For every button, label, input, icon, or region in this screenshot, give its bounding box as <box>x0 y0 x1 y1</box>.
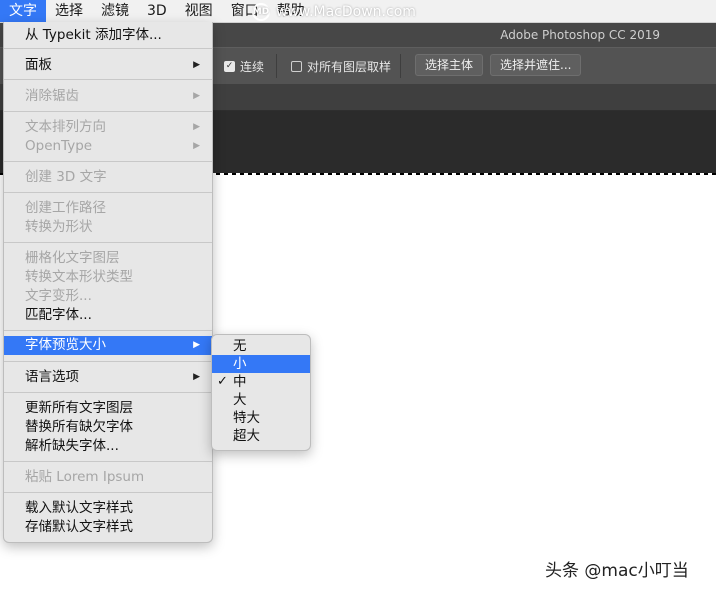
menu-item-paste-lorem-ipsum: 粘贴 Lorem Ipsum <box>4 468 212 487</box>
menu-separator <box>4 492 212 493</box>
menu-item-load-default-type-styles[interactable]: 载入默认文字样式 <box>4 499 212 518</box>
menu-select[interactable]: 选择 <box>46 0 92 22</box>
font-preview-size-submenu: 无 小 ✓ 中 大 特大 超大 <box>211 334 311 451</box>
menu-item-label: 粘贴 Lorem Ipsum <box>25 469 145 485</box>
submenu-item-label: 特大 <box>233 410 260 426</box>
menu-item-replace-all-missing-fonts[interactable]: 替换所有缺欠字体 <box>4 418 212 437</box>
menu-item-label: 面板 <box>25 57 52 73</box>
submenu-item-label: 中 <box>233 374 247 390</box>
menu-item-label: 从 Typekit 添加字体... <box>25 27 162 43</box>
sample-all-layers-label: 对所有图层取样 <box>307 60 392 74</box>
menu-view[interactable]: 视图 <box>176 0 222 22</box>
menu-item-label: OpenType <box>25 138 93 154</box>
menu-item-label: 字体预览大小 <box>25 337 106 353</box>
menu-separator <box>4 79 212 80</box>
contiguous-label: 连续 <box>240 60 265 74</box>
watermark-text: www.MacDown.com <box>276 4 416 20</box>
menu-separator <box>4 161 212 162</box>
menu-item-opentype: OpenType ▶ <box>4 137 212 156</box>
menu-separator <box>4 461 212 462</box>
checkmark-icon: ✓ <box>217 374 228 389</box>
menu-item-rasterize-type-layer: 栅格化文字图层 <box>4 249 212 268</box>
sample-all-layers-checkbox[interactable]: 对所有图层取样 <box>291 58 391 75</box>
submenu-arrow-icon: ▶ <box>193 91 200 101</box>
menu-item-label: 文本排列方向 <box>25 119 106 135</box>
submenu-item-large[interactable]: 大 <box>212 391 310 409</box>
menu-separator <box>4 111 212 112</box>
menu-separator <box>4 330 212 331</box>
menu-item-label: 存储默认文字样式 <box>25 519 133 535</box>
contiguous-check-icon: ✓ <box>224 61 235 72</box>
submenu-item-none[interactable]: 无 <box>212 337 310 355</box>
menu-separator <box>4 392 212 393</box>
menu-separator <box>4 361 212 362</box>
menu-item-label: 创建 3D 文字 <box>25 169 107 185</box>
contiguous-checkbox[interactable]: ✓ 连续 <box>224 58 264 75</box>
submenu-item-extra-large[interactable]: 特大 <box>212 409 310 427</box>
window-title: Adobe Photoshop CC 2019 <box>500 28 660 42</box>
author-watermark: 头条 @mac小叮当 <box>545 561 689 581</box>
menu-item-label: 栅格化文字图层 <box>25 250 120 266</box>
menu-item-create-work-path: 创建工作路径 <box>4 199 212 218</box>
menu-item-resolve-missing-fonts[interactable]: 解析缺失字体... <box>4 437 212 456</box>
site-watermark: MD www.MacDown.com <box>252 3 416 21</box>
menu-item-label: 解析缺失字体... <box>25 438 119 454</box>
submenu-item-label: 小 <box>233 356 247 372</box>
select-subject-button[interactable]: 选择主体 <box>415 54 484 76</box>
menu-item-panels[interactable]: 面板 ▶ <box>4 56 212 75</box>
options-divider <box>276 54 277 78</box>
menu-item-label: 替换所有缺欠字体 <box>25 419 133 435</box>
submenu-item-label: 超大 <box>233 428 260 444</box>
menu-item-anti-alias: 消除锯齿 ▶ <box>4 87 212 106</box>
menu-type[interactable]: 文字 <box>0 0 46 22</box>
menu-item-label: 更新所有文字图层 <box>25 400 133 416</box>
submenu-item-label: 无 <box>233 338 247 354</box>
menu-item-font-preview-size[interactable]: 字体预览大小 ▶ <box>4 336 212 355</box>
watermark-logo-icon: MD <box>252 3 270 21</box>
submenu-arrow-icon: ▶ <box>193 60 200 70</box>
submenu-arrow-icon: ▶ <box>193 372 200 382</box>
menu-separator <box>4 242 212 243</box>
submenu-arrow-icon: ▶ <box>193 340 200 350</box>
type-menu-dropdown: 从 Typekit 添加字体... 面板 ▶ 消除锯齿 ▶ 文本排列方向 ▶ O… <box>3 22 213 543</box>
menu-item-label: 语言选项 <box>25 369 79 385</box>
menu-separator <box>4 192 212 193</box>
menu-item-label: 消除锯齿 <box>25 88 79 104</box>
submenu-item-small[interactable]: 小 <box>212 355 310 373</box>
menu-item-label: 转换为形状 <box>25 219 93 235</box>
menu-item-convert-to-shape: 转换为形状 <box>4 218 212 237</box>
menu-item-label: 载入默认文字样式 <box>25 500 133 516</box>
submenu-arrow-icon: ▶ <box>193 122 200 132</box>
menu-item-label: 创建工作路径 <box>25 200 106 216</box>
menu-item-create-3d-text: 创建 3D 文字 <box>4 168 212 187</box>
menu-item-label: 转换文本形状类型 <box>25 269 133 285</box>
submenu-item-medium[interactable]: ✓ 中 <box>212 373 310 391</box>
menu-item-language-options[interactable]: 语言选项 ▶ <box>4 368 212 387</box>
options-divider <box>400 54 401 78</box>
sample-all-layers-check-icon <box>291 61 302 72</box>
menu-item-match-font[interactable]: 匹配字体... <box>4 306 212 325</box>
select-and-mask-button[interactable]: 选择并遮住... <box>490 54 582 76</box>
menu-item-convert-text-shape-type: 转换文本形状类型 <box>4 268 212 287</box>
menu-filter[interactable]: 滤镜 <box>92 0 138 22</box>
menu-item-warp-text: 文字变形... <box>4 287 212 306</box>
menu-item-add-typekit-fonts[interactable]: 从 Typekit 添加字体... <box>4 26 212 45</box>
submenu-arrow-icon: ▶ <box>193 141 200 151</box>
menu-3d[interactable]: 3D <box>138 0 176 22</box>
submenu-item-huge[interactable]: 超大 <box>212 427 310 445</box>
menu-item-update-all-text-layers[interactable]: 更新所有文字图层 <box>4 399 212 418</box>
submenu-item-label: 大 <box>233 392 247 408</box>
menu-item-save-default-type-styles[interactable]: 存储默认文字样式 <box>4 518 212 537</box>
menu-item-label: 匹配字体... <box>25 307 92 323</box>
menu-separator <box>4 48 212 49</box>
menu-item-text-orientation: 文本排列方向 ▶ <box>4 118 212 137</box>
menu-item-label: 文字变形... <box>25 288 92 304</box>
